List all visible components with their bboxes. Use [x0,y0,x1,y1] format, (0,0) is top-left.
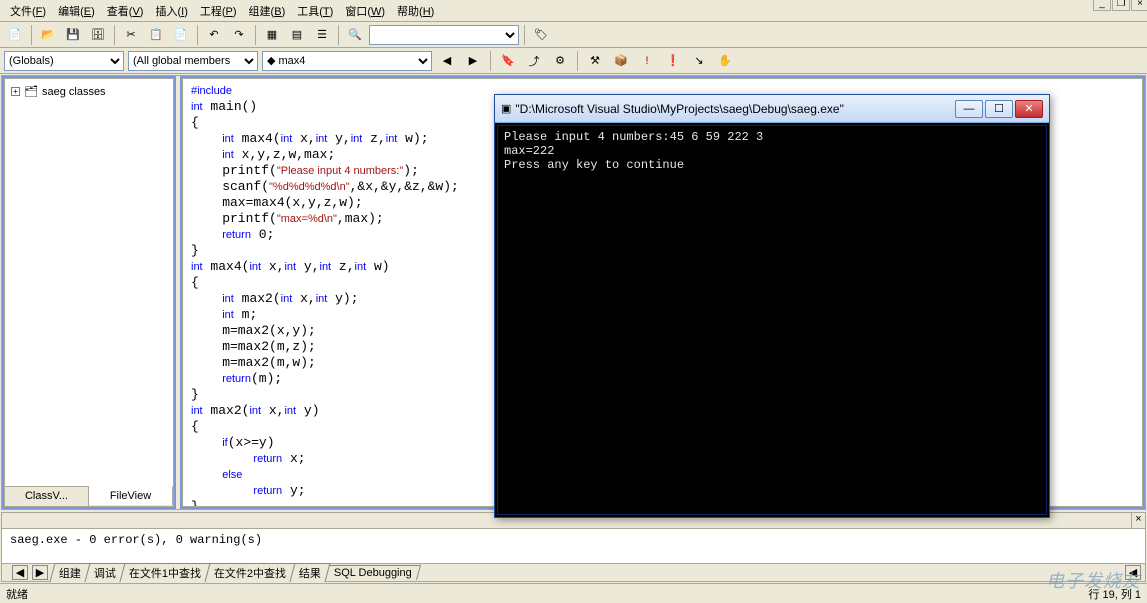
console-app-icon: ▣ [501,102,511,115]
output-close-icon[interactable]: × [1131,513,1145,528]
menu-help[interactable]: 帮助(H) [391,1,440,21]
output-icon[interactable]: ▤ [286,24,308,46]
find-in-files-icon[interactable]: 🔍 [344,24,366,46]
open-icon[interactable]: 📂 [37,24,59,46]
splitter[interactable] [176,76,180,509]
output-tabs: ◀ ▶ 组建 调试 在文件1中查找 在文件2中查找 结果 SQL Debuggi… [2,563,1145,581]
tree-root-label: saeg classes [42,86,106,98]
nav-back-icon[interactable]: ◀ [436,50,458,72]
compile-icon[interactable]: ⚒ [584,50,606,72]
bookmark-icon[interactable]: 🔖 [497,50,519,72]
new-file-icon[interactable]: 📄 [4,24,26,46]
goto-icon[interactable]: ⤴ [523,50,545,72]
mdi-close-icon[interactable]: × [1131,0,1147,11]
menu-project[interactable]: 工程(P) [194,1,243,21]
mdi-restore-icon[interactable]: ❐ [1112,0,1130,11]
menu-tools[interactable]: 工具(T) [291,1,339,21]
redo-icon[interactable]: ↷ [228,24,250,46]
menu-build[interactable]: 组建(B) [243,1,292,21]
status-text: 就绪 [6,586,28,602]
output-tab-find2[interactable]: 在文件2中查找 [205,563,296,582]
standard-toolbar: 📄 📂 💾 🗄 ✂ 📋 📄 ↶ ↷ ▦ ▤ ☰ 🔍 🏷 [0,22,1147,48]
workspace-icon[interactable]: ▦ [261,24,283,46]
mdi-minimize-icon[interactable]: _ [1093,0,1111,11]
symbol-combo[interactable]: ◆ max4 [262,51,432,71]
save-all-icon[interactable]: 🗄 [87,24,109,46]
go-debug-icon[interactable]: ↘ [688,50,710,72]
console-titlebar[interactable]: ▣ "D:\Microsoft Visual Studio\MyProjects… [495,95,1049,123]
execute-icon[interactable]: ❗ [662,50,684,72]
undo-icon[interactable]: ↶ [203,24,225,46]
tabs-scroll-right-icon[interactable]: ▶ [32,565,48,580]
breakpoints-icon[interactable]: ✋ [714,50,736,72]
folder-icon: 🗂 [24,85,38,98]
status-bar: 就绪 行 19, 列 1 [0,583,1147,603]
console-output[interactable]: Please input 4 numbers:45 6 59 222 3 max… [497,125,1047,515]
tab-fileview[interactable]: FileView [89,486,173,505]
wizard-bar: (Globals) (All global members ◆ max4 ◀ ▶… [0,48,1147,74]
find-combo[interactable] [369,25,519,45]
console-window[interactable]: ▣ "D:\Microsoft Visual Studio\MyProjects… [494,94,1050,518]
tab-classview[interactable]: ClassV... [5,487,89,506]
menu-file[interactable]: 文件(F) [4,1,52,21]
console-minimize-icon[interactable]: — [955,100,983,118]
console-close-icon[interactable]: ✕ [1015,100,1043,118]
stop-build-icon[interactable]: ! [636,50,658,72]
output-pane: × saeg.exe - 0 error(s), 0 warning(s) ◀ … [1,512,1146,582]
scope-combo[interactable]: (Globals) [4,51,124,71]
window-list-icon[interactable]: ☰ [311,24,333,46]
members-combo[interactable]: (All global members [128,51,258,71]
output-tab-find1[interactable]: 在文件1中查找 [119,563,210,582]
go-icon[interactable]: 🏷 [530,24,552,46]
filter-icon[interactable]: ⚙ [549,50,571,72]
build-output[interactable]: saeg.exe - 0 error(s), 0 warning(s) [2,529,1145,563]
menu-bar: 文件(F) 编辑(E) 查看(V) 插入(I) 工程(P) 组建(B) 工具(T… [0,0,1147,22]
workspace-pane: + 🗂 saeg classes ClassV... FileView [4,78,174,507]
menu-window[interactable]: 窗口(W) [339,1,391,21]
menu-insert[interactable]: 插入(I) [149,1,193,21]
copy-icon[interactable]: 📋 [145,24,167,46]
paste-icon[interactable]: 📄 [170,24,192,46]
tabs-scroll-left-icon[interactable]: ◀ [12,565,28,580]
nav-fwd-icon[interactable]: ▶ [462,50,484,72]
tree-root-node[interactable]: + 🗂 saeg classes [9,83,169,100]
output-tab-sql[interactable]: SQL Debugging [325,565,421,580]
class-tree[interactable]: + 🗂 saeg classes [5,79,173,486]
menu-edit[interactable]: 编辑(E) [52,1,101,21]
console-title: "D:\Microsoft Visual Studio\MyProjects\s… [511,102,955,116]
cut-icon[interactable]: ✂ [120,24,142,46]
console-maximize-icon[interactable]: ☐ [985,100,1013,118]
build-icon[interactable]: 📦 [610,50,632,72]
save-icon[interactable]: 💾 [62,24,84,46]
expand-icon[interactable]: + [11,87,20,96]
watermark: 电子发烧友 [1046,567,1141,593]
menu-view[interactable]: 查看(V) [101,1,150,21]
